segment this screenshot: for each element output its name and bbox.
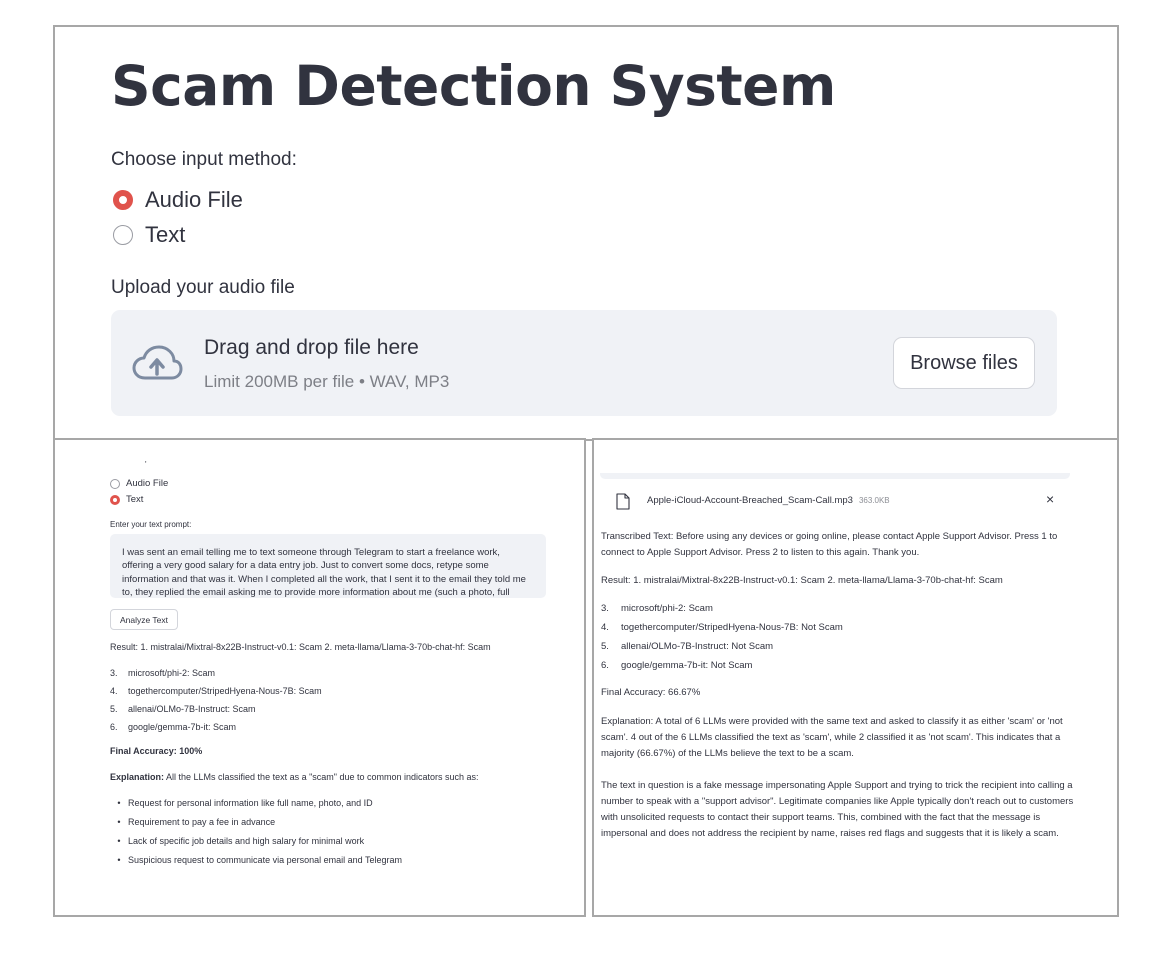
dropzone-limit-text: Limit 200MB per file • WAV, MP3 [204, 372, 450, 391]
list-item: 5. allenai/OLMo-7B-Instruct: Not Scam [601, 640, 843, 659]
list-text: allenai/OLMo-7B-Instruct: Scam [128, 704, 256, 714]
dropzone-title: Drag and drop file here [204, 336, 419, 359]
result-text: Result: 1. mistralai/Mixtral-8x22B-Instr… [601, 575, 1003, 586]
list-text: google/gemma-7b-it: Scam [128, 722, 237, 732]
explanation: Explanation: All the LLMs classified the… [110, 772, 479, 782]
prompt-label: Enter your text prompt: [110, 520, 192, 529]
list-text: allenai/OLMo-7B-Instruct: Not Scam [621, 641, 774, 652]
list-item: 6. google/gemma-7b-it: Not Scam [601, 659, 843, 678]
file-icon [616, 493, 630, 510]
dropzone-bottom-edge [600, 473, 1070, 479]
bullet-text: Lack of specific job details and high sa… [128, 836, 365, 846]
bullet-text: Request for personal information like fu… [128, 798, 373, 808]
list-number: 3. [110, 668, 118, 678]
audio-result-panel: Apple-iCloud-Account-Breached_Scam-Call.… [592, 438, 1119, 917]
uploaded-file-name: Apple-iCloud-Account-Breached_Scam-Call.… [647, 495, 890, 506]
list-item: 6. google/gemma-7b-it: Scam [110, 721, 322, 739]
list-number: 4. [110, 686, 118, 696]
radio-text[interactable]: Text [113, 222, 185, 248]
list-number: 3. [601, 603, 609, 614]
radio-checked-icon[interactable] [110, 494, 120, 505]
result-text: Result: 1. mistralai/Mixtral-8x22B-Instr… [110, 642, 491, 652]
list-text: google/gemma-7b-it: Not Scam [621, 660, 753, 671]
radio-audio-file-label: Audio File [145, 187, 243, 212]
bullet-icon: • [117, 798, 121, 808]
list-number: 4. [601, 622, 609, 633]
list-item: 3. microsoft/phi-2: Scam [110, 667, 322, 685]
list-item: • Suspicious request to communicate via p… [110, 854, 402, 873]
page-title: Scam Detection System [111, 54, 836, 118]
radio-audio-file-small[interactable]: Audio File [110, 478, 168, 489]
analyze-text-button[interactable]: Analyze Text [110, 609, 178, 630]
list-text: togethercomputer/StripedHyena-Nous-7B: S… [128, 686, 322, 696]
text-result-panel: ' Audio File Text Enter your text prompt… [53, 438, 586, 917]
list-item: 4. togethercomputer/StripedHyena-Nous-7B:… [601, 621, 843, 640]
browse-files-button[interactable]: Browse files [893, 337, 1035, 389]
list-number: 5. [601, 641, 609, 652]
close-icon[interactable]: × [1046, 491, 1054, 507]
list-item: • Request for personal information like f… [110, 797, 402, 816]
choose-input-label: Choose input method: [111, 149, 297, 170]
radio-checked-icon[interactable] [113, 190, 133, 210]
stray-mark: ' [145, 460, 147, 469]
bullet-text: Requirement to pay a fee in advance [128, 817, 276, 827]
file-size: 363.0KB [858, 496, 890, 505]
explanation: Explanation: A total of 6 LLMs were prov… [601, 716, 1063, 759]
model-results-list: 3. microsoft/phi-2: Scam 4. togethercomput… [601, 602, 843, 678]
radio-text-small[interactable]: Text [110, 494, 143, 505]
bullet-icon: • [117, 817, 121, 827]
list-item: • Lack of specific job details and high s… [110, 835, 402, 854]
cloud-upload-icon [132, 345, 183, 380]
radio-audio-file[interactable]: Audio File [113, 187, 243, 213]
list-item: • Requirement to pay a fee in advance [110, 816, 402, 835]
text-prompt-input[interactable]: I was sent an email telling me to text s… [110, 534, 546, 598]
final-accuracy-text: Final Accuracy: 100% [110, 746, 203, 756]
radio-unchecked-icon[interactable] [110, 478, 120, 489]
list-number: 5. [110, 704, 118, 714]
bullet-icon: • [117, 855, 121, 865]
final-accuracy: Final Accuracy: 100% [110, 746, 202, 756]
radio-unchecked-icon[interactable] [113, 225, 133, 245]
list-number: 6. [110, 722, 118, 732]
list-item: 3. microsoft/phi-2: Scam [601, 602, 843, 621]
bullet-icon: • [117, 836, 121, 846]
final-accuracy: Final Accuracy: 66.67% [601, 687, 701, 698]
list-text: microsoft/phi-2: Scam [621, 603, 713, 614]
file-dropzone[interactable]: Drag and drop file here Limit 200MB per … [111, 310, 1057, 416]
explanation-detail: The text in question is a fake message i… [601, 780, 1074, 839]
file-name-text: Apple-iCloud-Account-Breached_Scam-Call.… [647, 495, 853, 506]
list-item: 4. togethercomputer/StripedHyena-Nous-7B:… [110, 685, 322, 703]
explanation-text: All the LLMs classified the text as a "s… [164, 772, 479, 782]
indicator-list: • Request for personal information like f… [110, 797, 402, 873]
radio-audio-file-label: Audio File [126, 478, 169, 489]
radio-text-label: Text [145, 222, 186, 247]
upload-label: Upload your audio file [111, 277, 295, 298]
list-text: microsoft/phi-2: Scam [128, 668, 216, 678]
list-number: 6. [601, 660, 609, 671]
model-results-list: 3. microsoft/phi-2: Scam 4. togethercomput… [110, 667, 322, 739]
transcribed-text: Transcribed Text: Before using any devic… [601, 531, 1058, 558]
explanation-label: Explanation: [110, 772, 165, 782]
list-item: 5. allenai/OLMo-7B-Instruct: Scam [110, 703, 322, 721]
bullet-text: Suspicious request to communicate via pe… [128, 855, 402, 865]
radio-text-label: Text [126, 494, 144, 505]
list-text: togethercomputer/StripedHyena-Nous-7B: N… [621, 622, 843, 633]
top-panel: Scam Detection System Choose input metho… [53, 25, 1119, 441]
